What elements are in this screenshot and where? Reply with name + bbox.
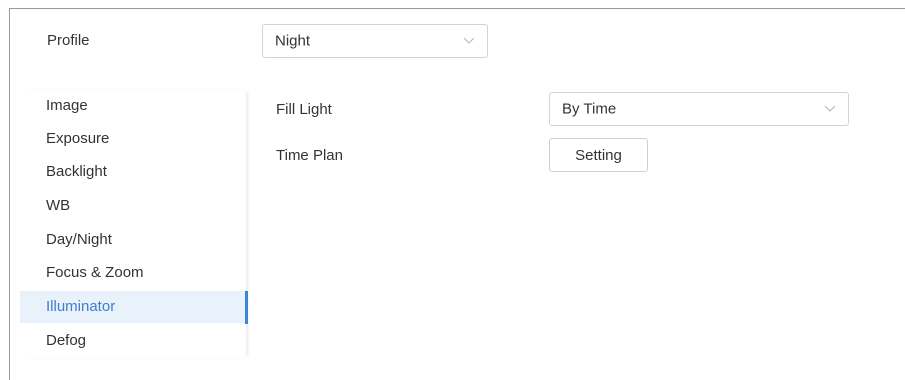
fill-light-select[interactable]: By Time [549,92,849,126]
profile-select-value: Night [275,32,311,50]
time-plan-setting-button[interactable]: Setting [549,138,648,172]
fill-light-label: Fill Light [276,101,332,118]
chevron-down-icon [463,37,475,44]
sidebar-item-day-night[interactable]: Day/Night [20,224,246,256]
fill-light-select-value: By Time [562,100,617,118]
time-plan-label: Time Plan [276,147,343,164]
profile-select[interactable]: Night [262,24,488,58]
sidebar-item-focus-zoom[interactable]: Focus & Zoom [20,257,246,289]
sidebar-item-image[interactable]: Image [20,90,246,122]
sidebar-item-defog[interactable]: Defog [20,325,246,357]
chevron-down-icon [824,105,836,112]
sidebar-item-exposure[interactable]: Exposure [20,123,246,155]
profile-label: Profile [47,32,90,49]
sidebar-item-illuminator[interactable]: Illuminator [20,291,248,324]
sidebar-item-backlight[interactable]: Backlight [20,156,246,188]
sidebar-menu: Image Exposure Backlight WB Day/Night Fo… [20,90,248,358]
sidebar-item-wb[interactable]: WB [20,190,246,222]
